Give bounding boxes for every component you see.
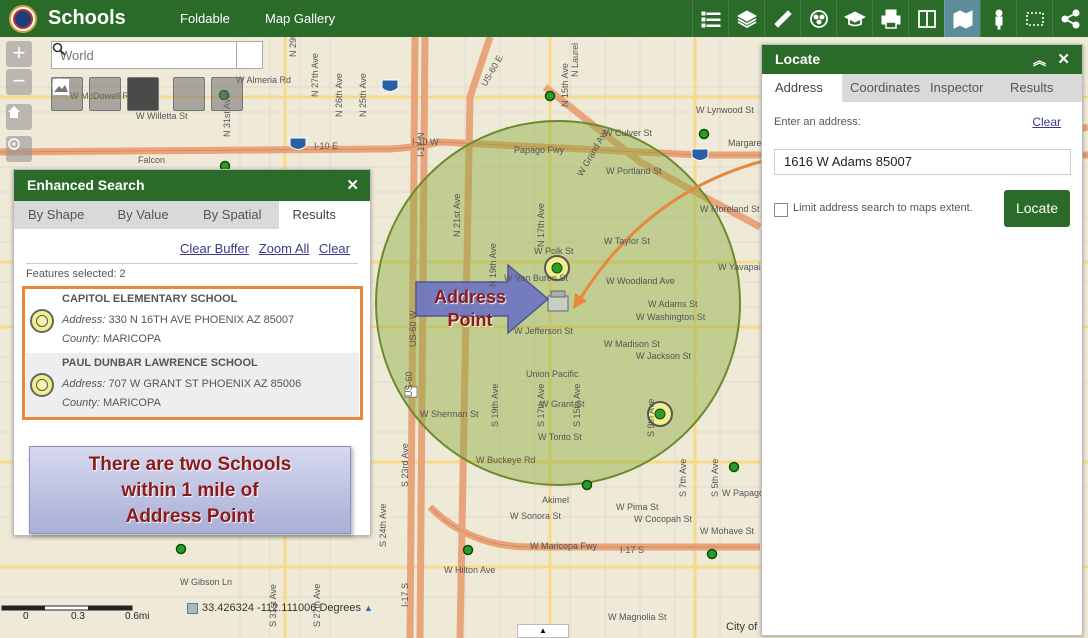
basemap-icon[interactable] xyxy=(800,0,836,37)
limit-extent-checkbox[interactable] xyxy=(774,203,788,217)
app-header: Schools Foldable Map Gallery xyxy=(0,0,1088,37)
map-toggle-button[interactable]: ▲ xyxy=(517,624,569,638)
nav-foldable[interactable]: Foldable xyxy=(180,11,230,26)
compare-icon[interactable] xyxy=(908,0,944,37)
search-icon xyxy=(52,42,66,56)
locate-header: Locate ︽ ✕ xyxy=(762,45,1082,74)
limit-extent-label: Limit address search to maps extent. xyxy=(793,202,973,214)
address-point-label: Address Point xyxy=(433,287,507,330)
select-icon[interactable] xyxy=(1016,0,1052,37)
tab-by-shape[interactable]: By Shape xyxy=(14,201,104,229)
clear-buffer-link[interactable]: Clear Buffer xyxy=(180,241,249,256)
image-icon xyxy=(53,80,69,94)
close-icon[interactable]: ✕ xyxy=(1057,50,1070,68)
list-icon[interactable] xyxy=(692,0,728,37)
address-input[interactable]: 1616 W Adams 85007 xyxy=(774,149,1071,175)
tab-coordinates[interactable]: Coordinates xyxy=(842,74,922,102)
zoom-all-link[interactable]: Zoom All xyxy=(259,241,310,256)
enhanced-search-header: Enhanced Search ✕ xyxy=(14,170,370,201)
home-icon xyxy=(8,106,20,118)
zoom-out-button[interactable]: − xyxy=(6,69,32,95)
clear-link[interactable]: Clear xyxy=(319,241,350,256)
scale-label-0: 0 xyxy=(23,611,29,622)
close-icon[interactable]: ✕ xyxy=(346,176,359,194)
locate-panel: Locate ︽ ✕ Address Coordinates Inspector… xyxy=(761,44,1083,636)
tab-results[interactable]: Results xyxy=(1002,74,1082,102)
address-point-marker xyxy=(547,290,569,312)
app-title: Schools xyxy=(48,7,126,29)
education-icon[interactable] xyxy=(836,0,872,37)
coordinate-icon xyxy=(187,602,198,614)
tab-by-value[interactable]: By Value xyxy=(104,201,190,229)
search-input[interactable] xyxy=(52,42,236,68)
tab-by-spatial[interactable]: By Spatial xyxy=(189,201,279,229)
highlight-frame xyxy=(22,286,363,420)
locate-tabs: Address Coordinates Inspector Results xyxy=(762,74,1082,102)
panel-title: Locate xyxy=(775,51,821,67)
scale-label-end: 0.6mi xyxy=(125,611,150,622)
enhanced-search-tabs: By Shape By Value By Spatial Results xyxy=(14,201,370,229)
clear-link[interactable]: Clear xyxy=(1032,115,1061,129)
tab-address[interactable]: Address xyxy=(762,74,842,102)
logo xyxy=(9,5,37,33)
features-selected-count: Features selected: 2 xyxy=(26,268,126,280)
locate-me-button[interactable] xyxy=(6,136,32,162)
collapse-icon[interactable]: ︽ xyxy=(1033,50,1046,69)
map-search xyxy=(51,41,263,69)
panel-title: Enhanced Search xyxy=(27,177,145,193)
crosshair-icon xyxy=(8,138,20,150)
layers-icon[interactable] xyxy=(728,0,764,37)
search-tool-button[interactable] xyxy=(52,77,159,111)
image-tool-button[interactable] xyxy=(53,77,243,111)
annotation-callout: There are two Schools within 1 mile of A… xyxy=(29,446,351,534)
coordinate-readout: 33.426324 -112.111006 Degrees ▲ xyxy=(187,602,373,614)
caret-up-icon[interactable]: ▲ xyxy=(364,603,373,613)
print-icon[interactable] xyxy=(872,0,908,37)
divider xyxy=(26,263,358,264)
tab-inspector[interactable]: Inspector xyxy=(922,74,1002,102)
home-button[interactable] xyxy=(6,104,32,130)
nav-map-gallery[interactable]: Map Gallery xyxy=(265,11,335,26)
scale-label-mid: 0.3 xyxy=(71,611,85,622)
zoom-in-button[interactable]: + xyxy=(6,41,32,67)
tab-results[interactable]: Results xyxy=(278,201,370,229)
elevation-tool-button[interactable] xyxy=(53,77,205,111)
results-actions: Clear Buffer Zoom All Clear xyxy=(174,241,350,256)
attribution: City of xyxy=(726,621,758,633)
info-tool-button[interactable] xyxy=(53,77,121,111)
callout-text: There are two Schools within 1 mile of A… xyxy=(88,454,292,527)
scale-bar xyxy=(1,605,133,611)
locate-map-icon[interactable] xyxy=(944,0,980,37)
address-prompt: Enter an address: xyxy=(774,116,861,128)
header-toolbar xyxy=(692,0,1088,37)
search-button[interactable] xyxy=(52,42,262,68)
measure-icon[interactable] xyxy=(764,0,800,37)
map-tool-row xyxy=(51,77,243,111)
person-icon[interactable] xyxy=(980,0,1016,37)
locate-button[interactable]: Locate xyxy=(1004,190,1070,227)
share-icon[interactable] xyxy=(1052,0,1088,37)
